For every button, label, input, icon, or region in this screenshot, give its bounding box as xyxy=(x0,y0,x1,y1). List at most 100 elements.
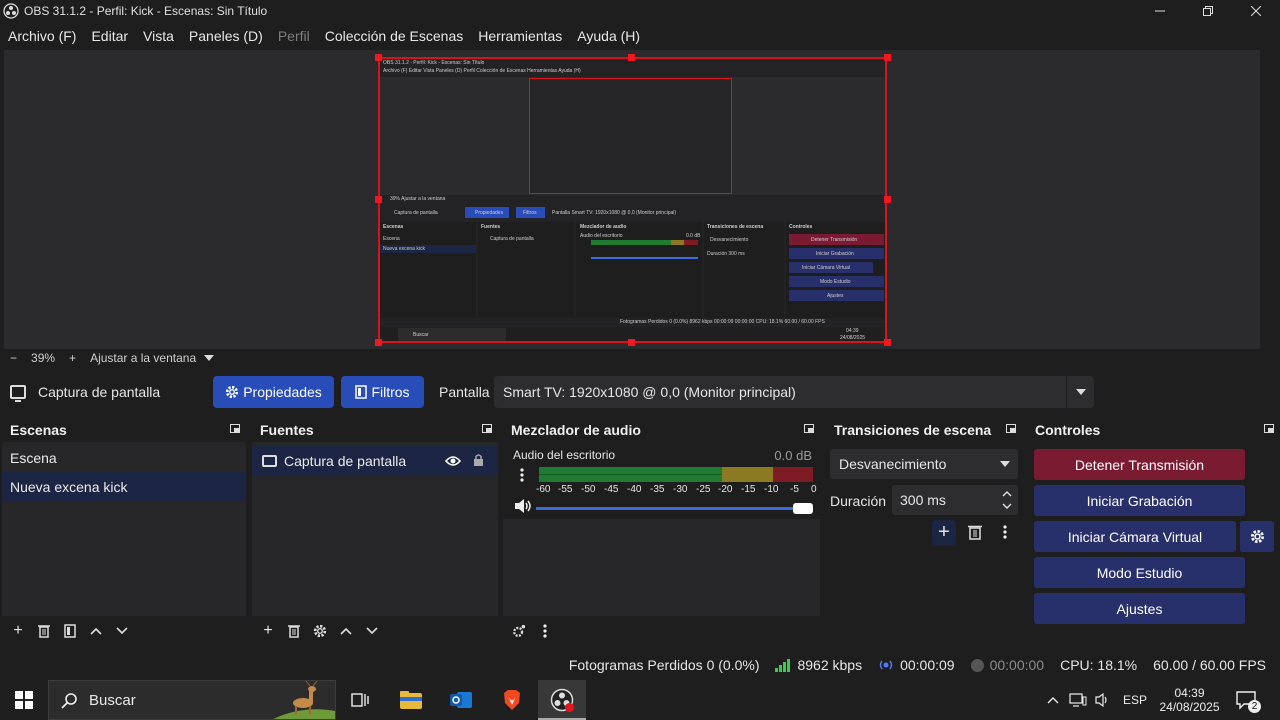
lock-icon[interactable] xyxy=(473,453,484,467)
menu-coleccion-escenas[interactable]: Colección de Escenas xyxy=(325,28,464,44)
spin-up-icon[interactable] xyxy=(1002,490,1012,497)
network-icon[interactable] xyxy=(1069,680,1087,720)
file-explorer-button[interactable] xyxy=(397,686,425,714)
trash-icon[interactable] xyxy=(286,623,302,639)
duration-value: 300 ms xyxy=(900,492,946,508)
spin-down-icon[interactable] xyxy=(1002,503,1012,510)
source-item[interactable]: Captura de pantalla xyxy=(252,446,498,475)
mini-source-1: Captura de pantalla xyxy=(490,236,534,242)
volume-slider-handle[interactable] xyxy=(793,503,813,514)
properties-button[interactable]: Propiedades xyxy=(213,376,334,408)
undock-icon[interactable] xyxy=(1264,424,1274,433)
mini-sources-title: Fuentes xyxy=(481,224,501,230)
menu-archivo[interactable]: Archivo (F) xyxy=(8,28,76,44)
menu-ayuda[interactable]: Ayuda (H) xyxy=(577,28,640,44)
clock[interactable]: 04:39 24/08/2025 xyxy=(1157,680,1222,720)
transition-select[interactable]: Desvanecimiento xyxy=(830,449,1018,479)
zoom-fit-select[interactable]: Ajustar a la ventana xyxy=(90,351,196,365)
undock-icon[interactable] xyxy=(1006,424,1016,433)
display-select-value: Smart TV: 1920x1080 @ 0,0 (Monitor princ… xyxy=(503,384,796,400)
stop-streaming-button[interactable]: Detener Transmisión xyxy=(1034,449,1245,480)
add-transition-button[interactable]: + xyxy=(932,520,956,545)
stream-time: 00:00:09 xyxy=(900,657,955,673)
menu-herramientas[interactable]: Herramientas xyxy=(478,28,562,44)
move-down-icon[interactable] xyxy=(364,623,380,639)
scale-label: -35 xyxy=(650,484,665,495)
start-recording-button[interactable]: Iniciar Grabación xyxy=(1034,485,1245,516)
more-options-icon[interactable] xyxy=(1003,525,1007,542)
undock-icon[interactable] xyxy=(482,424,492,433)
task-view-button[interactable] xyxy=(346,686,374,714)
transition-select-value: Desvanecimiento xyxy=(839,456,947,472)
speaker-icon[interactable] xyxy=(514,499,532,513)
obs-taskbar-button[interactable] xyxy=(538,680,586,720)
obs-logo-icon xyxy=(550,688,574,712)
notification-center[interactable]: 2 xyxy=(1236,680,1261,720)
preview-source-capture[interactable]: OBS 31.1.2 - Perfil: Kick - Escenas: Sin… xyxy=(378,57,887,343)
zoom-out-button[interactable]: − xyxy=(10,351,17,365)
mini-c4: Modo Estudio xyxy=(820,279,851,285)
tray-overflow[interactable] xyxy=(1047,680,1059,720)
menu-editar[interactable]: Editar xyxy=(91,28,128,44)
mini-trans-duration: Duración 300 ms xyxy=(707,251,745,257)
add-icon[interactable]: + xyxy=(260,622,276,639)
close-button[interactable] xyxy=(1232,0,1280,22)
resize-handle-br[interactable] xyxy=(884,339,891,346)
scene-item[interactable]: Escena xyxy=(2,443,246,472)
advanced-audio-gear-icon[interactable] xyxy=(511,623,527,639)
trash-icon[interactable] xyxy=(968,524,982,543)
menu-vista[interactable]: Vista xyxy=(143,28,174,44)
settings-button[interactable]: Ajustes xyxy=(1034,593,1245,624)
add-icon[interactable]: + xyxy=(10,622,26,639)
monitor-icon xyxy=(262,454,277,467)
virtual-camera-settings-button[interactable] xyxy=(1240,521,1274,552)
resize-handle-r[interactable] xyxy=(884,196,891,203)
search-placeholder: Buscar xyxy=(89,691,136,709)
input-language[interactable]: ESP xyxy=(1123,680,1147,720)
fps-status: 60.00 / 60.00 FPS xyxy=(1153,657,1266,673)
outlook-icon xyxy=(450,692,472,708)
resize-handle-bl[interactable] xyxy=(375,339,382,346)
brave-browser-button[interactable] xyxy=(498,686,526,714)
scenes-title: Escenas xyxy=(10,422,67,438)
move-down-icon[interactable] xyxy=(114,623,130,639)
outlook-button[interactable] xyxy=(447,686,475,714)
duration-spinbox[interactable]: 300 ms xyxy=(892,485,1018,515)
eye-icon[interactable] xyxy=(445,455,461,467)
record-dot-icon xyxy=(970,658,984,672)
move-up-icon[interactable] xyxy=(88,623,104,639)
volume-icon[interactable] xyxy=(1095,680,1111,720)
gear-icon[interactable] xyxy=(312,623,328,639)
resize-handle-b[interactable] xyxy=(628,339,635,346)
resize-handle-tr[interactable] xyxy=(884,54,891,61)
move-up-icon[interactable] xyxy=(338,623,354,639)
sources-toolbar: + xyxy=(252,616,498,646)
scene-item-selected[interactable]: Nueva excena kick xyxy=(2,472,246,501)
scale-label: -5 xyxy=(790,484,799,495)
resize-handle-tl[interactable] xyxy=(375,54,382,61)
more-options-icon[interactable] xyxy=(537,623,553,639)
studio-mode-button[interactable]: Modo Estudio xyxy=(1034,557,1245,588)
undock-icon[interactable] xyxy=(230,424,240,433)
menu-perfil[interactable]: Perfil xyxy=(278,28,310,44)
start-button[interactable] xyxy=(10,686,38,714)
volume-slider[interactable] xyxy=(536,507,813,510)
mixer-title: Mezclador de audio xyxy=(511,422,641,438)
display-select[interactable]: Smart TV: 1920x1080 @ 0,0 (Monitor princ… xyxy=(494,376,1094,408)
filter-icon[interactable] xyxy=(62,623,78,639)
chevron-down-icon[interactable] xyxy=(204,354,215,361)
source-toolbar: Captura de pantalla Propiedades Filtros … xyxy=(0,372,1280,412)
taskbar-search[interactable]: Buscar xyxy=(48,680,336,720)
chevron-down-icon xyxy=(1075,389,1086,395)
start-virtual-camera-button[interactable]: Iniciar Cámara Virtual xyxy=(1034,521,1236,552)
minimize-button[interactable] xyxy=(1136,0,1184,22)
trash-icon[interactable] xyxy=(36,623,52,639)
filters-button[interactable]: Filtros xyxy=(341,376,424,408)
maximize-button[interactable] xyxy=(1184,0,1232,22)
resize-handle-l[interactable] xyxy=(375,196,382,203)
resize-handle-t[interactable] xyxy=(628,54,635,61)
menu-paneles[interactable]: Paneles (D) xyxy=(189,28,263,44)
zoom-in-button[interactable]: + xyxy=(69,351,76,365)
undock-icon[interactable] xyxy=(804,424,814,433)
more-options-icon[interactable] xyxy=(520,468,524,482)
